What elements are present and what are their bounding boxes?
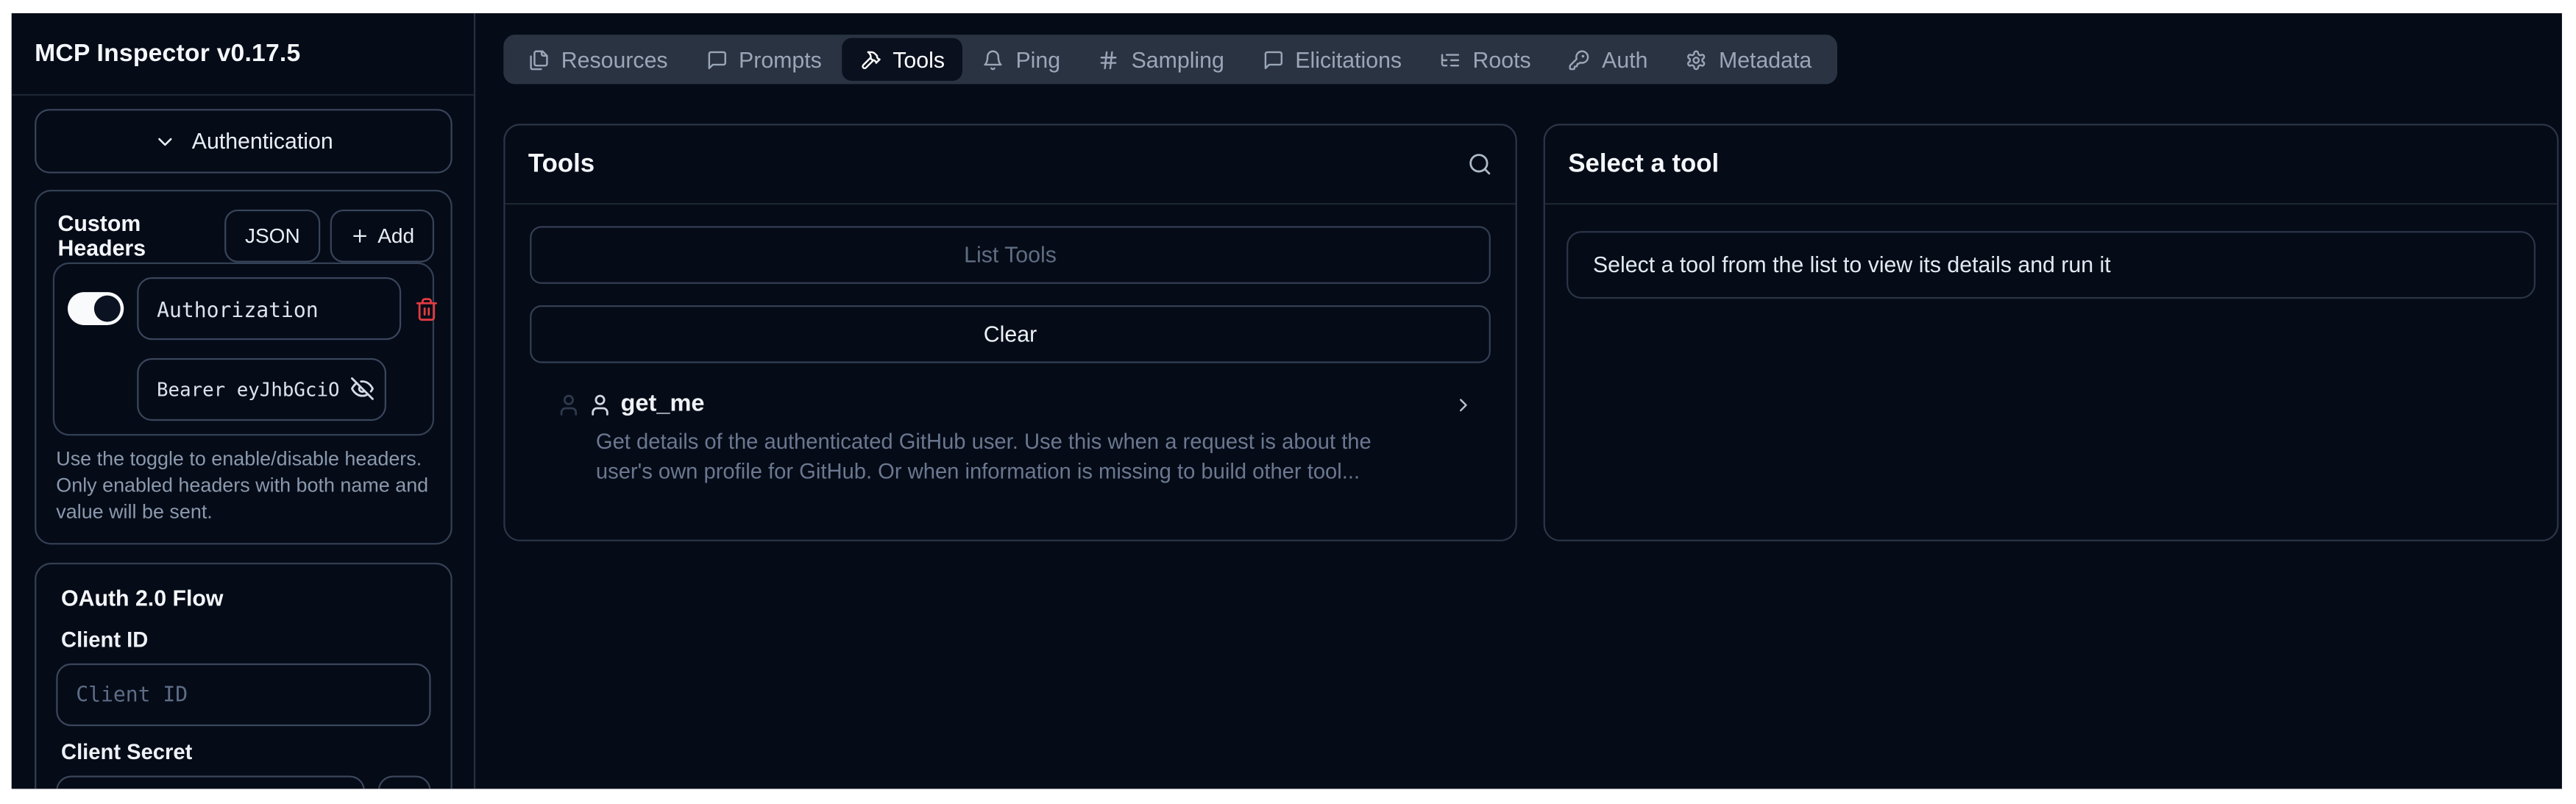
plus-icon <box>350 225 369 245</box>
message-square-icon <box>706 49 727 70</box>
gear-icon <box>1686 49 1707 70</box>
tab-roots[interactable]: Roots <box>1422 38 1549 81</box>
screen: MCP Inspector v0.17.5 Authentication Cus… <box>0 0 2576 804</box>
clear-button-label: Clear <box>984 321 1037 346</box>
tab-prompts[interactable]: Prompts <box>687 38 840 81</box>
tab-label: Resources <box>561 47 668 72</box>
empty-state-message: Select a tool from the list to view its … <box>1566 231 2536 299</box>
main-content: Resources Prompts Tools Ping Sampling <box>475 13 2562 789</box>
mcp-inspector-window: MCP Inspector v0.17.5 Authentication Cus… <box>12 13 2562 789</box>
chevron-right-icon <box>1452 394 1474 415</box>
tab-bar: Resources Prompts Tools Ping Sampling <box>503 35 1837 84</box>
eye-off-icon[interactable] <box>350 377 375 402</box>
message-square-icon <box>1262 49 1283 70</box>
detail-panel-title: Select a tool <box>1568 149 1719 179</box>
custom-headers-title: Custom Headers <box>58 210 226 260</box>
header-value-input[interactable] <box>137 358 386 421</box>
hash-icon <box>1099 49 1120 70</box>
tab-label: Tools <box>893 47 945 72</box>
tab-sampling[interactable]: Sampling <box>1080 38 1242 81</box>
user-icon <box>588 392 613 417</box>
toggle-knob <box>94 296 121 322</box>
trash-icon <box>414 296 439 321</box>
client-secret-input[interactable] <box>56 775 365 789</box>
client-secret-visibility-button[interactable] <box>378 775 431 789</box>
tab-elicitations[interactable]: Elicitations <box>1244 38 1420 81</box>
tab-label: Roots <box>1473 47 1531 72</box>
chevron-down-icon <box>154 129 177 152</box>
tool-detail-panel: Select a tool Select a tool from the lis… <box>1544 124 2559 541</box>
files-icon <box>528 49 550 70</box>
delete-header-button[interactable] <box>414 296 439 321</box>
header-enabled-toggle[interactable] <box>68 292 124 325</box>
search-icon[interactable] <box>1467 152 1492 177</box>
authentication-section-label: Authentication <box>192 129 333 154</box>
client-id-input[interactable] <box>56 664 430 726</box>
oauth-card: OAuth 2.0 Flow Client ID Client Secret <box>35 563 453 789</box>
list-tools-button-label: List Tools <box>964 243 1057 268</box>
json-mode-button[interactable]: JSON <box>225 209 320 262</box>
authentication-section-toggle[interactable]: Authentication <box>35 109 453 173</box>
app-title: MCP Inspector v0.17.5 <box>35 40 300 68</box>
clear-tools-button[interactable]: Clear <box>530 305 1491 363</box>
tab-label: Sampling <box>1132 47 1224 72</box>
tab-ping[interactable]: Ping <box>965 38 1079 81</box>
tab-label: Metadata <box>1719 47 1812 72</box>
tab-label: Prompts <box>739 47 822 72</box>
key-icon <box>1569 49 1590 70</box>
tools-panel-body: List Tools Clear <box>505 204 1516 508</box>
tool-description: Get details of the authenticated GitHub … <box>596 427 1430 486</box>
tools-panel: Tools List Tools Clear <box>503 124 1517 541</box>
sidebar-body: Authentication Custom Headers JSON <box>12 96 474 789</box>
detail-panel-header: Select a tool <box>1545 126 2557 205</box>
tool-list-item-get-me[interactable]: get_me Get details of the authenticated … <box>530 391 1491 487</box>
sidebar: MCP Inspector v0.17.5 Authentication Cus… <box>12 13 475 789</box>
list-tools-button[interactable]: List Tools <box>530 226 1491 284</box>
hammer-icon <box>859 49 881 70</box>
sidebar-header: MCP Inspector v0.17.5 <box>12 13 474 96</box>
tools-panel-header: Tools <box>505 126 1516 205</box>
add-header-button[interactable]: Add <box>330 209 434 262</box>
tab-tools[interactable]: Tools <box>842 38 963 81</box>
header-entry-card <box>53 263 434 436</box>
tools-panel-title: Tools <box>528 149 595 179</box>
tab-label: Elicitations <box>1295 47 1402 72</box>
tab-label: Ping <box>1015 47 1060 72</box>
custom-headers-helper-text: Use the toggle to enable/disable headers… <box>56 447 439 526</box>
panels-row: Tools List Tools Clear <box>503 124 2558 541</box>
user-icon-ghost <box>556 392 581 417</box>
tab-auth[interactable]: Auth <box>1551 38 1667 81</box>
custom-headers-card: Custom Headers JSON Add <box>35 190 453 544</box>
tab-resources[interactable]: Resources <box>510 38 686 81</box>
list-tree-icon <box>1440 49 1461 70</box>
tab-metadata[interactable]: Metadata <box>1667 38 1830 81</box>
json-button-label: JSON <box>245 224 300 246</box>
add-button-label: Add <box>377 224 414 246</box>
tab-label: Auth <box>1602 47 1647 72</box>
header-name-input[interactable] <box>137 277 401 340</box>
bell-icon <box>983 49 1004 70</box>
custom-headers-header-row: Custom Headers JSON Add <box>53 208 434 263</box>
tool-name: get_me <box>621 391 705 418</box>
oauth-section-title: OAuth 2.0 Flow <box>61 586 431 611</box>
client-id-label: Client ID <box>61 627 431 652</box>
client-secret-label: Client Secret <box>61 739 431 764</box>
